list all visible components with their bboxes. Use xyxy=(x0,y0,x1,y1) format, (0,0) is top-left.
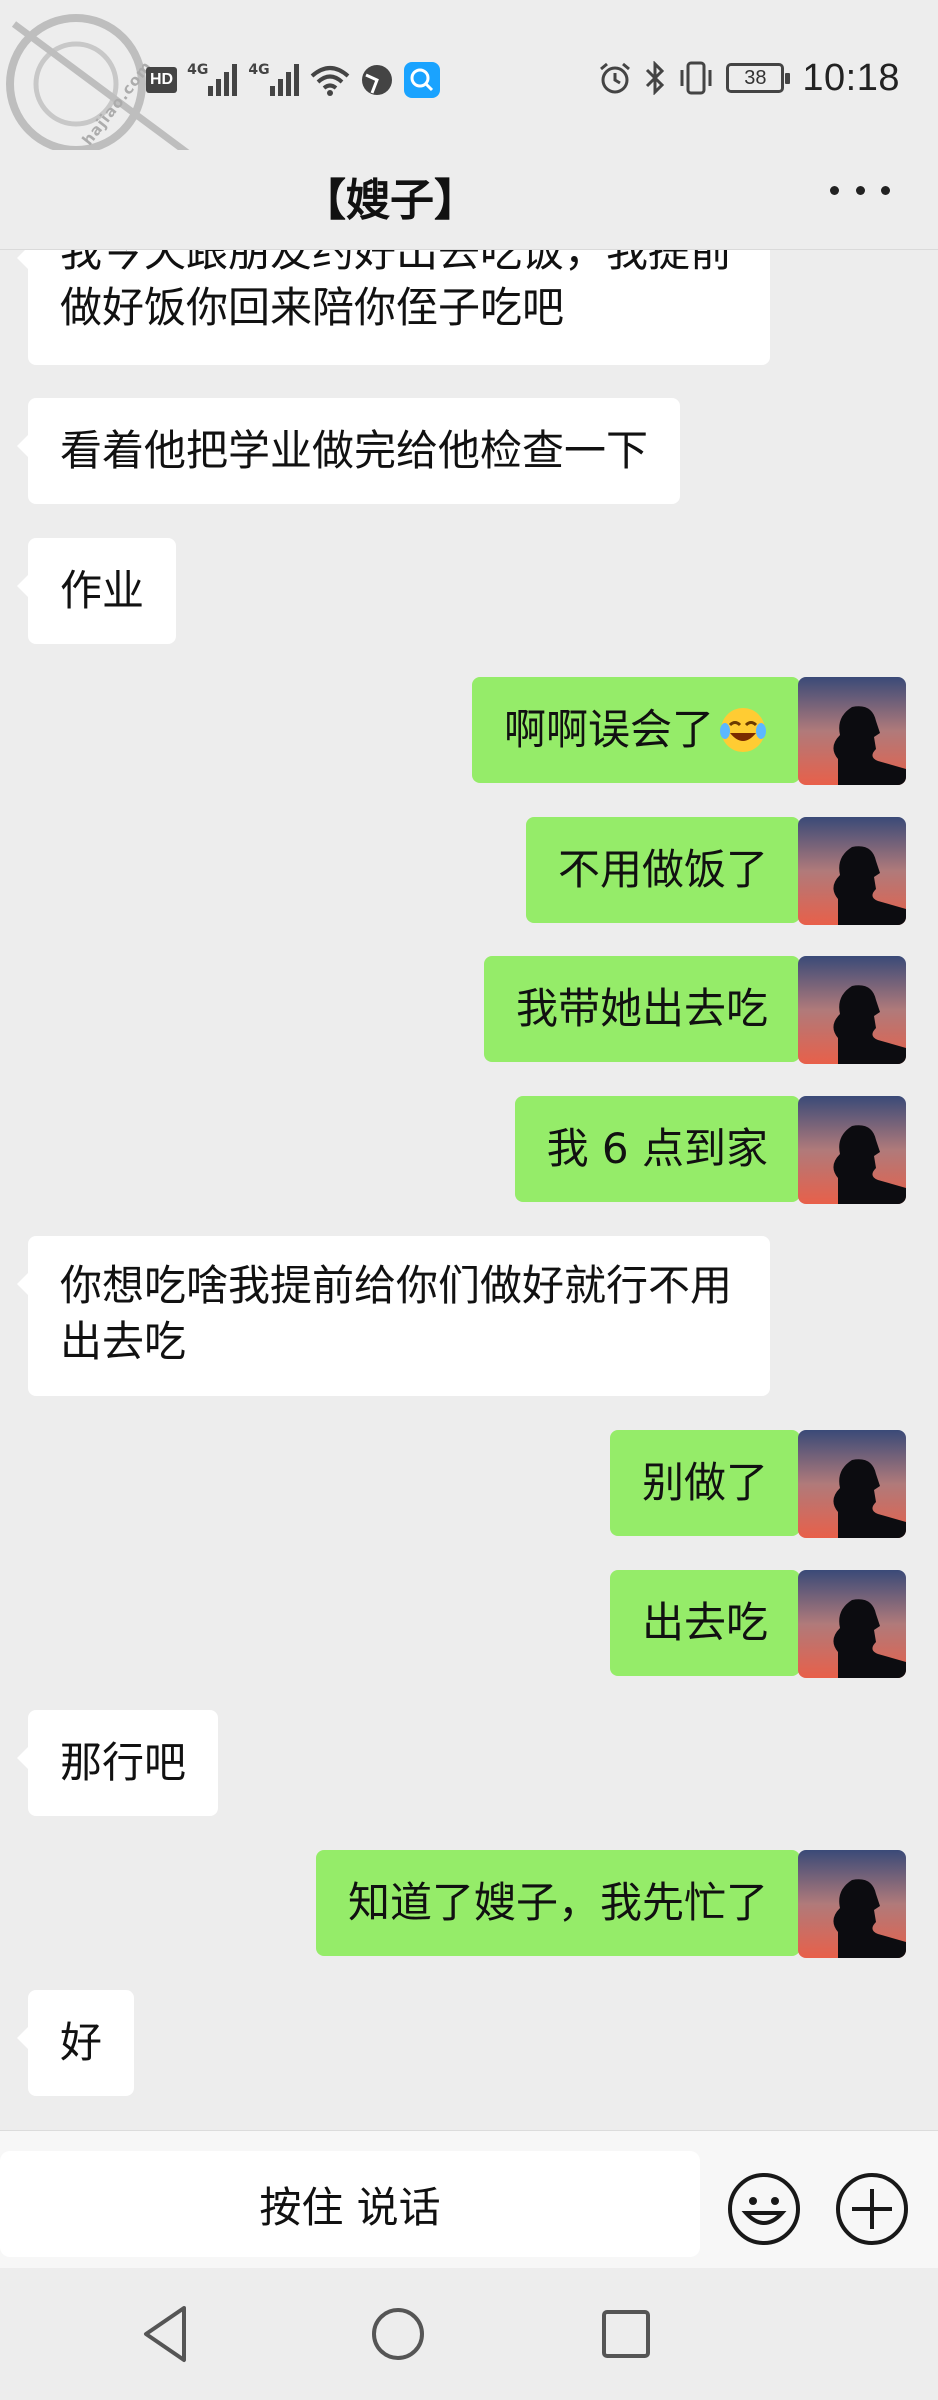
message-bubble-outgoing[interactable]: 出去吃 xyxy=(609,1570,812,1676)
wifi-icon xyxy=(310,66,349,96)
signal-icon xyxy=(208,64,238,96)
status-time: 10:18 xyxy=(802,56,900,99)
chat-header: 【嫂子】 xyxy=(0,150,938,250)
message-bubble-outgoing[interactable]: 别做了 xyxy=(609,1430,812,1536)
system-nav-bar xyxy=(0,2268,938,2400)
message-bubble-outgoing[interactable]: 不用做饭了 xyxy=(525,817,812,923)
avatar[interactable] xyxy=(798,677,906,785)
home-circle-icon[interactable] xyxy=(360,2296,436,2372)
network-type-2: 4G xyxy=(248,62,270,78)
status-bar: hajiao.com HD 4G 4G 38 10:18 xyxy=(0,0,938,157)
input-bar: 按住 说话 xyxy=(0,2130,938,2268)
message-bubble-outgoing[interactable]: 知道了嫂子，我先忙了 xyxy=(315,1850,812,1956)
alarm-icon xyxy=(600,62,631,94)
avatar[interactable] xyxy=(798,1096,906,1204)
message-bubble-incoming[interactable]: 你想吃啥我提前给你们做好就行不用出去吃 xyxy=(17,1236,770,1396)
back-triangle-icon[interactable] xyxy=(128,2296,204,2372)
recents-square-icon[interactable] xyxy=(588,2296,664,2372)
message-bubble-incoming[interactable]: 那行吧 xyxy=(16,1710,219,1816)
avatar[interactable] xyxy=(798,1570,906,1678)
message-bubble-outgoing[interactable]: 啊啊误会了 xyxy=(471,677,812,783)
more-icon[interactable] xyxy=(830,170,890,210)
vibrate-icon xyxy=(680,61,712,95)
message-bubble-outgoing[interactable]: 我 6 点到家 xyxy=(514,1096,812,1202)
network-type-1: 4G xyxy=(187,62,209,78)
avatar[interactable] xyxy=(798,1430,906,1538)
status-system: 38 10:18 xyxy=(598,56,900,100)
status-indicators: HD 4G 4G xyxy=(146,58,440,102)
plus-icon[interactable] xyxy=(834,2171,910,2247)
message-bubble-incoming[interactable]: 我今天跟朋友约好出去吃饭，我提前做好饭你回来陪你侄子吃吧 xyxy=(17,250,770,365)
message-bubble-incoming[interactable]: 作业 xyxy=(16,538,177,644)
battery-indicator: 38 xyxy=(726,63,791,93)
chat-screen: hajiao.com HD 4G 4G 38 10:18 【嫂子】 我今天跟朋友… xyxy=(0,0,938,2400)
emoji-icon[interactable] xyxy=(726,2171,802,2247)
bluetooth-icon xyxy=(646,61,665,95)
avatar[interactable] xyxy=(798,1850,906,1958)
laugh-cry-emoji xyxy=(720,708,766,752)
message-list[interactable]: 我今天跟朋友约好出去吃饭，我提前做好饭你回来陪你侄子吃吧 看着他把学业做完给他检… xyxy=(0,250,938,2130)
avatar[interactable] xyxy=(798,956,906,1064)
hd-icon: HD xyxy=(146,67,178,93)
vpn-globe-icon xyxy=(361,65,392,95)
message-bubble-incoming[interactable]: 看着他把学业做完给他检查一下 xyxy=(16,398,681,504)
hold-to-talk-button[interactable]: 按住 说话 xyxy=(0,2151,700,2257)
chat-title[interactable]: 【嫂子】 xyxy=(0,164,938,228)
message-bubble-outgoing[interactable]: 我带她出去吃 xyxy=(483,956,812,1062)
avatar[interactable] xyxy=(798,817,906,925)
search-app-icon xyxy=(403,62,440,98)
message-bubble-incoming[interactable]: 好 xyxy=(16,1990,135,2096)
signal-icon xyxy=(269,64,299,96)
